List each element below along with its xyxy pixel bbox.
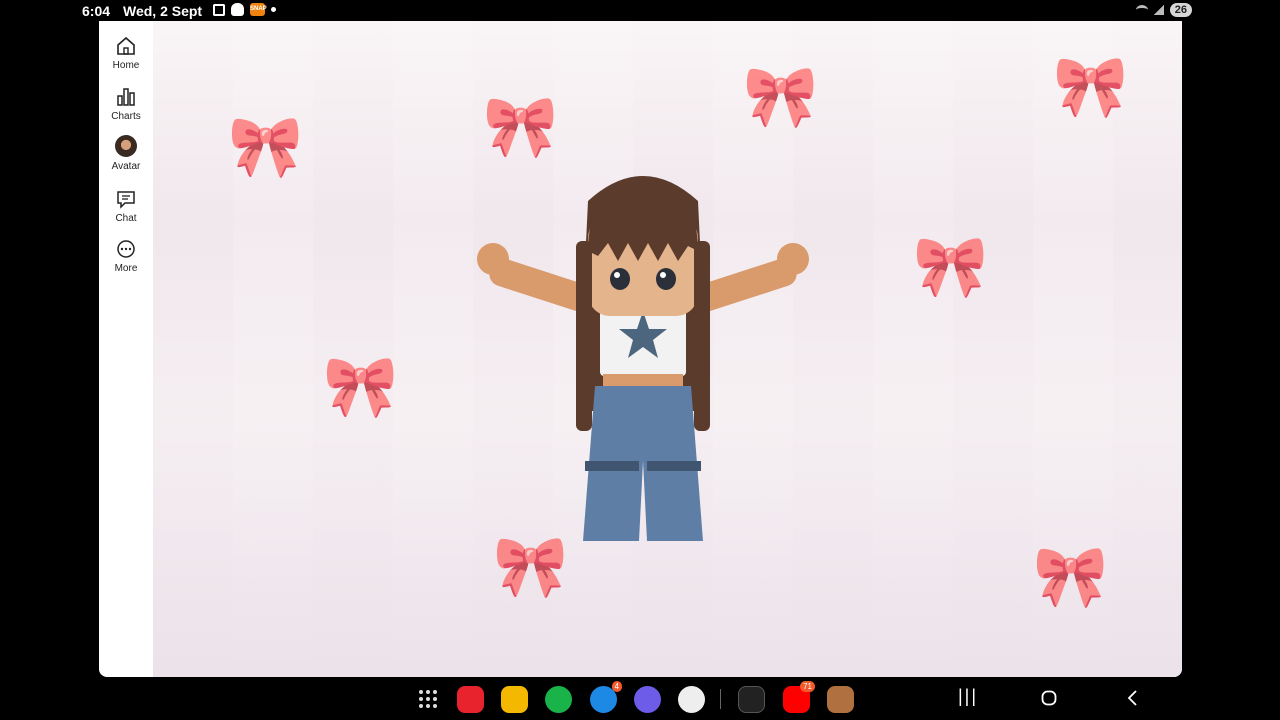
flipboard-icon[interactable] xyxy=(457,686,484,713)
game-app-icon[interactable] xyxy=(738,686,765,713)
back-button[interactable] xyxy=(1126,689,1138,707)
sidebar-item-chat[interactable]: Chat xyxy=(99,189,153,224)
signal-icon xyxy=(1153,5,1164,15)
sidebar-item-label: Chat xyxy=(115,213,137,224)
files-icon[interactable] xyxy=(501,686,528,713)
bow-decoration: 🎀 xyxy=(1033,543,1108,610)
apps-grid-icon[interactable] xyxy=(416,687,440,711)
status-time: 6:04 xyxy=(82,3,111,19)
bow-decoration: 🎀 xyxy=(323,353,398,420)
home-icon xyxy=(117,36,135,55)
sidebar-item-label: More xyxy=(114,263,138,274)
bow-decoration: 🎀 xyxy=(1053,53,1128,120)
sidebar-item-charts[interactable]: Charts xyxy=(99,87,153,122)
fullscreen-icon xyxy=(213,3,225,16)
youtube-icon[interactable]: 71 xyxy=(783,681,815,713)
home-button[interactable] xyxy=(1041,690,1057,706)
game-app-2-icon[interactable] xyxy=(827,686,854,713)
messages-icon[interactable]: 4 xyxy=(590,681,622,713)
chat-icon xyxy=(117,191,135,209)
bow-decoration: 🎀 xyxy=(483,93,558,160)
snapchat-icon xyxy=(231,3,244,16)
bow-decoration: 🎀 xyxy=(228,113,303,180)
recents-button[interactable]: ||| xyxy=(958,686,978,707)
sidebar-item-label: Avatar xyxy=(111,161,141,172)
bow-decoration: 🎀 xyxy=(743,63,818,130)
app-icon: SNAP xyxy=(250,3,267,16)
avatar-icon xyxy=(115,135,137,157)
youtube-badge: 71 xyxy=(800,681,815,692)
phone-icon[interactable] xyxy=(545,686,572,713)
roblox-window: Home Charts Avatar Chat More 🎀 🎀 🎀 🎀 🎀 🎀… xyxy=(99,21,1182,677)
avatar-character xyxy=(477,176,809,541)
sidebar: Home Charts Avatar Chat More xyxy=(99,21,153,677)
sidebar-item-avatar[interactable]: Avatar xyxy=(99,135,153,172)
taskbar-divider xyxy=(720,689,721,709)
status-bar: 6:04 Wed, 2 Sept SNAP 26 xyxy=(0,0,1280,22)
taskbar: 4 71 ||| xyxy=(0,677,1280,720)
sidebar-item-home[interactable]: Home xyxy=(99,36,153,71)
sidebar-item-more[interactable]: More xyxy=(99,239,153,274)
dot-icon xyxy=(271,7,276,12)
more-icon xyxy=(117,240,135,258)
status-date: Wed, 2 Sept xyxy=(123,3,203,19)
battery-indicator: 26 xyxy=(1169,3,1192,17)
avatar-viewport[interactable]: 🎀 🎀 🎀 🎀 🎀 🎀 🎀 🎀 xyxy=(153,21,1182,677)
charts-icon xyxy=(117,88,135,106)
system-tray: 26 xyxy=(1135,3,1192,17)
messages-badge: 4 xyxy=(611,681,622,692)
wifi-icon xyxy=(1135,5,1148,15)
camera-icon[interactable] xyxy=(678,686,705,713)
internet-icon[interactable] xyxy=(634,686,661,713)
sidebar-item-label: Charts xyxy=(111,111,141,122)
bow-decoration: 🎀 xyxy=(913,233,988,300)
notification-icons: SNAP xyxy=(213,3,276,16)
sidebar-item-label: Home xyxy=(112,60,140,71)
